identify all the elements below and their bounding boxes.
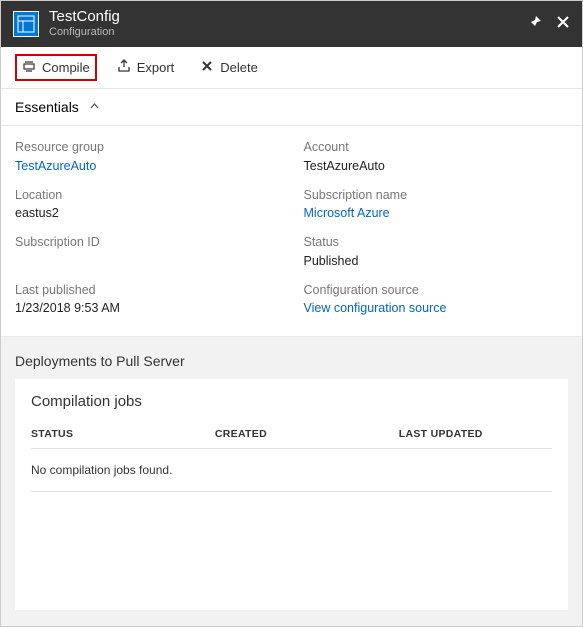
field-subscription-name: Subscription name Microsoft Azure [304, 186, 569, 224]
value-location: eastus2 [15, 204, 280, 223]
export-label: Export [137, 60, 175, 75]
header-titles: TestConfig Configuration [49, 8, 528, 39]
configuration-icon [13, 11, 39, 37]
blade-header: TestConfig Configuration [1, 1, 582, 47]
header-actions [528, 15, 570, 34]
delete-button[interactable]: Delete [194, 55, 264, 80]
value-last-published: 1/23/2018 9:53 AM [15, 299, 280, 318]
essentials-grid: Resource group TestAzureAuto Account Tes… [1, 126, 582, 337]
chevron-up-icon [89, 99, 100, 115]
label-last-published: Last published [15, 281, 280, 300]
value-resource-group[interactable]: TestAzureAuto [15, 157, 280, 176]
label-config-source: Configuration source [304, 281, 569, 300]
page-subtitle: Configuration [49, 26, 528, 39]
compilation-jobs-panel: Compilation jobs STATUS CREATED LAST UPD… [15, 379, 568, 610]
label-account: Account [304, 138, 569, 157]
value-config-source[interactable]: View configuration source [304, 299, 569, 318]
value-account: TestAzureAuto [304, 157, 569, 176]
compile-icon [22, 59, 36, 76]
toolbar: Compile Export Delete [1, 47, 582, 89]
field-location: Location eastus2 [15, 186, 280, 224]
table-header-row: STATUS CREATED LAST UPDATED [31, 428, 552, 449]
essentials-toggle[interactable]: Essentials [1, 89, 582, 126]
col-last-updated: LAST UPDATED [399, 428, 552, 440]
value-subscription-name[interactable]: Microsoft Azure [304, 204, 569, 223]
close-icon[interactable] [556, 15, 570, 34]
label-location: Location [15, 186, 280, 205]
essentials-label: Essentials [15, 99, 79, 115]
field-last-published: Last published 1/23/2018 9:53 AM [15, 281, 280, 319]
pin-icon[interactable] [528, 15, 542, 34]
field-config-source: Configuration source View configuration … [304, 281, 569, 319]
label-subscription-name: Subscription name [304, 186, 569, 205]
label-status: Status [304, 233, 569, 252]
field-account: Account TestAzureAuto [304, 138, 569, 176]
export-icon [117, 59, 131, 76]
compile-label: Compile [42, 60, 90, 75]
panel-title: Compilation jobs [31, 393, 552, 410]
empty-message: No compilation jobs found. [31, 449, 552, 492]
field-subscription-id: Subscription ID [15, 233, 280, 271]
deployments-title: Deployments to Pull Server [15, 353, 568, 369]
deployments-section: Deployments to Pull Server Compilation j… [1, 337, 582, 626]
compile-button[interactable]: Compile [15, 54, 97, 81]
delete-label: Delete [220, 60, 258, 75]
export-button[interactable]: Export [111, 55, 181, 80]
field-resource-group: Resource group TestAzureAuto [15, 138, 280, 176]
field-status: Status Published [304, 233, 569, 271]
col-created: CREATED [215, 428, 399, 440]
value-status: Published [304, 252, 569, 271]
delete-icon [200, 59, 214, 76]
col-status: STATUS [31, 428, 215, 440]
label-subscription-id: Subscription ID [15, 233, 280, 252]
page-title: TestConfig [49, 8, 528, 26]
label-resource-group: Resource group [15, 138, 280, 157]
